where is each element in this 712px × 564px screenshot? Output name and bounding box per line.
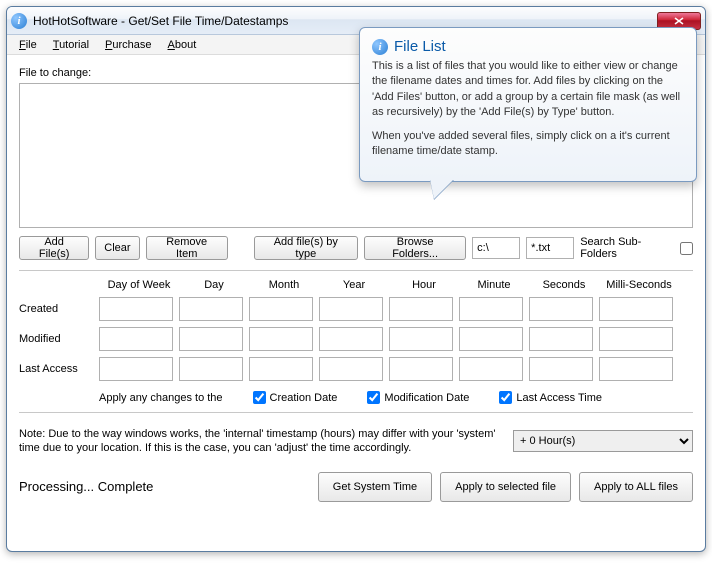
separator-2 bbox=[19, 412, 693, 413]
info-icon: i bbox=[372, 39, 388, 55]
col-year: Year bbox=[319, 279, 389, 291]
col-minute: Minute bbox=[459, 279, 529, 291]
apply-modification-checkbox[interactable] bbox=[367, 391, 380, 404]
search-subfolders-checkbox[interactable] bbox=[680, 242, 693, 255]
col-day: Day bbox=[179, 279, 249, 291]
created-hour[interactable] bbox=[389, 297, 453, 321]
apply-lastaccess-label: Last Access Time bbox=[516, 392, 602, 404]
status-text: Processing... Complete bbox=[19, 479, 310, 494]
row-created-label: Created bbox=[19, 303, 99, 315]
col-month: Month bbox=[249, 279, 319, 291]
col-hour: Hour bbox=[389, 279, 459, 291]
path-input[interactable] bbox=[472, 237, 520, 259]
app-window: i HotHotSoftware - Get/Set File Time/Dat… bbox=[6, 6, 706, 552]
created-minute[interactable] bbox=[459, 297, 523, 321]
created-month[interactable] bbox=[249, 297, 313, 321]
add-files-by-type-button[interactable]: Add file(s) by type bbox=[254, 236, 359, 260]
lastaccess-minute[interactable] bbox=[459, 357, 523, 381]
apply-label: Apply any changes to the bbox=[99, 392, 223, 404]
modified-hour[interactable] bbox=[389, 327, 453, 351]
add-files-button[interactable]: Add File(s) bbox=[19, 236, 89, 260]
window-title: HotHotSoftware - Get/Set File Time/Dates… bbox=[33, 14, 657, 28]
lastaccess-year[interactable] bbox=[319, 357, 383, 381]
row-modified-label: Modified bbox=[19, 333, 99, 345]
app-icon: i bbox=[11, 13, 27, 29]
modified-seconds[interactable] bbox=[529, 327, 593, 351]
created-dow[interactable] bbox=[99, 297, 173, 321]
menu-file[interactable]: File bbox=[11, 37, 45, 53]
apply-creation-checkbox[interactable] bbox=[253, 391, 266, 404]
grid-header: Day of Week Day Month Year Hour Minute S… bbox=[99, 279, 693, 291]
browse-folders-button[interactable]: Browse Folders... bbox=[364, 236, 466, 260]
apply-lastaccess-checkbox[interactable] bbox=[499, 391, 512, 404]
col-ms: Milli-Seconds bbox=[599, 279, 679, 291]
lastaccess-day[interactable] bbox=[179, 357, 243, 381]
col-dow: Day of Week bbox=[99, 279, 179, 291]
tooltip-title: File List bbox=[394, 38, 446, 55]
clear-button[interactable]: Clear bbox=[95, 236, 139, 260]
mask-input[interactable] bbox=[526, 237, 574, 259]
menu-tutorial[interactable]: Tutorial bbox=[45, 37, 97, 53]
apply-all-button[interactable]: Apply to ALL files bbox=[579, 472, 693, 502]
created-day[interactable] bbox=[179, 297, 243, 321]
lastaccess-month[interactable] bbox=[249, 357, 313, 381]
tooltip-p1: This is a list of files that you would l… bbox=[372, 59, 684, 121]
lastaccess-hour[interactable] bbox=[389, 357, 453, 381]
apply-creation-label: Creation Date bbox=[270, 392, 338, 404]
tooltip-tail bbox=[430, 179, 454, 199]
separator bbox=[19, 270, 693, 271]
lastaccess-ms[interactable] bbox=[599, 357, 673, 381]
modified-day[interactable] bbox=[179, 327, 243, 351]
apply-modification-label: Modification Date bbox=[384, 392, 469, 404]
lastaccess-seconds[interactable] bbox=[529, 357, 593, 381]
modified-year[interactable] bbox=[319, 327, 383, 351]
apply-selected-button[interactable]: Apply to selected file bbox=[440, 472, 571, 502]
row-last-access-label: Last Access bbox=[19, 363, 99, 375]
hour-offset-select[interactable]: + 0 Hour(s) bbox=[513, 430, 693, 452]
modified-ms[interactable] bbox=[599, 327, 673, 351]
search-subfolders-label: Search Sub-Folders bbox=[580, 236, 676, 260]
col-seconds: Seconds bbox=[529, 279, 599, 291]
menu-about[interactable]: About bbox=[160, 37, 205, 53]
help-tooltip: i File List This is a list of files that… bbox=[359, 27, 697, 182]
row-modified: Modified bbox=[19, 327, 693, 351]
modified-dow[interactable] bbox=[99, 327, 173, 351]
note-text: Note: Due to the way windows works, the … bbox=[19, 427, 505, 456]
remove-item-button[interactable]: Remove Item bbox=[146, 236, 228, 260]
row-created: Created bbox=[19, 297, 693, 321]
close-icon bbox=[674, 17, 684, 25]
row-last-access: Last Access bbox=[19, 357, 693, 381]
tooltip-p2: When you've added several files, simply … bbox=[372, 129, 684, 160]
modified-month[interactable] bbox=[249, 327, 313, 351]
menu-purchase[interactable]: Purchase bbox=[97, 37, 159, 53]
lastaccess-dow[interactable] bbox=[99, 357, 173, 381]
created-year[interactable] bbox=[319, 297, 383, 321]
created-seconds[interactable] bbox=[529, 297, 593, 321]
modified-minute[interactable] bbox=[459, 327, 523, 351]
created-ms[interactable] bbox=[599, 297, 673, 321]
get-system-time-button[interactable]: Get System Time bbox=[318, 472, 432, 502]
